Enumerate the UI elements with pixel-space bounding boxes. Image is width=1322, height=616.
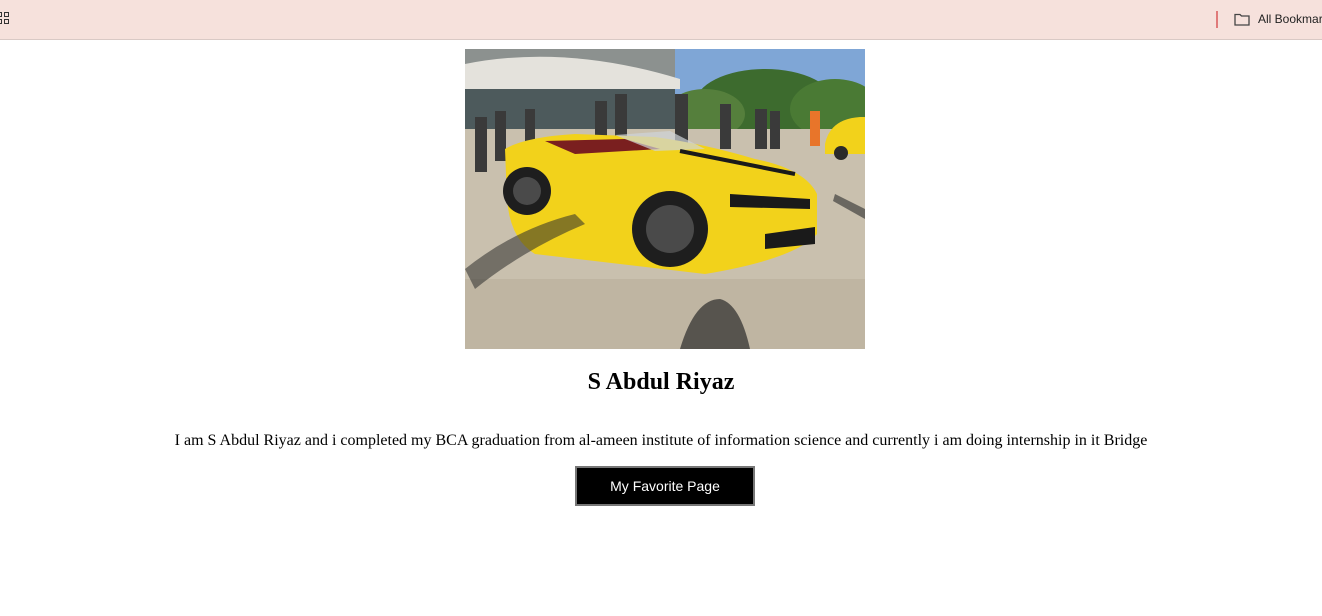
profile-name-heading: S Abdul Riyaz — [587, 369, 735, 395]
bookmarks-divider — [1216, 11, 1218, 28]
my-favorite-page-button[interactable]: My Favorite Page — [575, 466, 755, 506]
profile-bio-text: I am S Abdul Riyaz and i completed my BC… — [174, 432, 1148, 449]
profile-photo — [465, 49, 865, 349]
apps-grid-icon[interactable] — [0, 12, 10, 26]
all-bookmarks-link[interactable]: All Bookmar — [1258, 12, 1322, 26]
bookmarks-bar: All Bookmar — [0, 0, 1322, 40]
page-content: S Abdul Riyaz I am S Abdul Riyaz and i c… — [0, 41, 1322, 616]
folder-icon[interactable] — [1234, 13, 1250, 26]
